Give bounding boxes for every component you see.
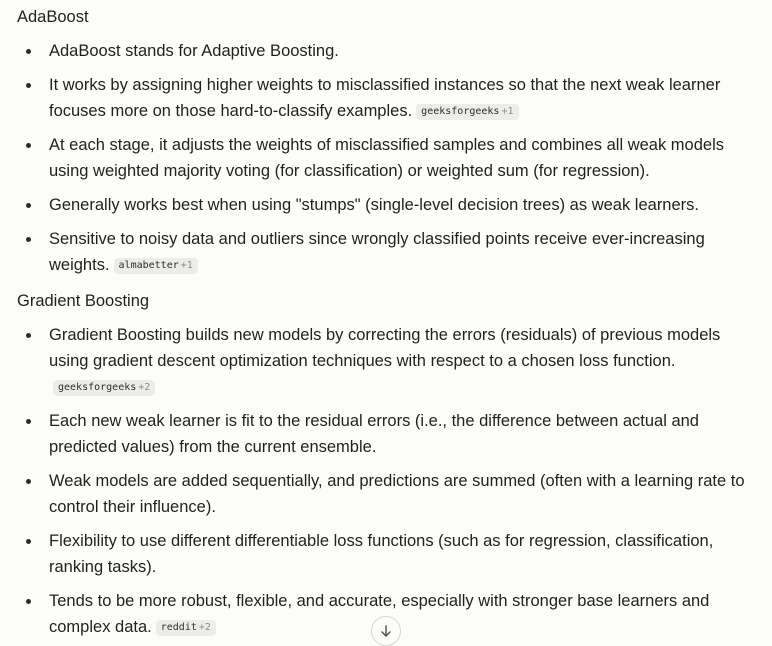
list-item: At each stage, it adjusts the weights of… bbox=[17, 132, 752, 184]
section-adaboost: AdaBoost AdaBoost stands for Adaptive Bo… bbox=[17, 4, 752, 278]
bullet-list: Gradient Boosting builds new models by c… bbox=[17, 322, 752, 640]
citation-count: +1 bbox=[180, 260, 193, 271]
list-item-text: At each stage, it adjusts the weights of… bbox=[49, 136, 724, 180]
list-item-text: Generally works best when using "stumps"… bbox=[49, 196, 699, 214]
list-item: Generally works best when using "stumps"… bbox=[17, 192, 752, 218]
list-item: It works by assigning higher weights to … bbox=[17, 72, 752, 124]
list-item-text: Gradient Boosting builds new models by c… bbox=[49, 326, 721, 370]
citation-count: +2 bbox=[198, 622, 211, 633]
list-item-text: It works by assigning higher weights to … bbox=[49, 76, 721, 120]
citation-chip[interactable]: geeksforgeeks +1 bbox=[416, 104, 519, 120]
list-item: AdaBoost stands for Adaptive Boosting. bbox=[17, 38, 752, 64]
list-item: Weak models are added sequentially, and … bbox=[17, 468, 752, 520]
citation-count: +2 bbox=[138, 382, 151, 393]
section-gradient-boosting: Gradient Boosting Gradient Boosting buil… bbox=[17, 288, 752, 640]
list-item: Sensitive to noisy data and outliers sin… bbox=[17, 226, 752, 278]
citation-source: reddit bbox=[160, 622, 197, 633]
arrow-down-icon bbox=[381, 625, 391, 637]
citation-source: geeksforgeeks bbox=[421, 106, 500, 117]
citation-source: geeksforgeeks bbox=[58, 382, 137, 393]
list-item: Gradient Boosting builds new models by c… bbox=[17, 322, 752, 400]
list-item: Each new weak learner is fit to the resi… bbox=[17, 408, 752, 460]
citation-chip[interactable]: geeksforgeeks +2 bbox=[53, 380, 156, 396]
scroll-down-button[interactable] bbox=[371, 616, 401, 646]
list-item-text: Each new weak learner is fit to the resi… bbox=[49, 412, 699, 456]
list-item-text: Weak models are added sequentially, and … bbox=[49, 472, 745, 516]
section-title: Gradient Boosting bbox=[17, 292, 150, 310]
section-title: AdaBoost bbox=[17, 8, 89, 26]
list-item-text: Flexibility to use different differentia… bbox=[49, 532, 714, 576]
citation-source: almabetter bbox=[118, 260, 179, 271]
list-item: Flexibility to use different differentia… bbox=[17, 528, 752, 580]
citation-chip[interactable]: almabetter +1 bbox=[113, 258, 198, 274]
citation-count: +1 bbox=[501, 106, 514, 117]
list-item-text: AdaBoost stands for Adaptive Boosting. bbox=[49, 42, 339, 60]
bullet-list: AdaBoost stands for Adaptive Boosting. I… bbox=[17, 38, 752, 278]
citation-chip[interactable]: reddit +2 bbox=[155, 620, 216, 636]
answer-content: AdaBoost AdaBoost stands for Adaptive Bo… bbox=[17, 4, 752, 640]
